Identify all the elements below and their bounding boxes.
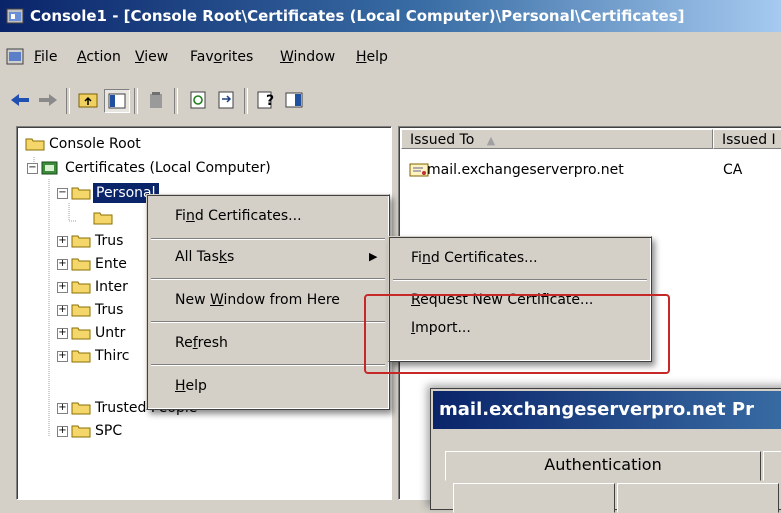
- menu-item-find-certificates[interactable]: Find Certificates...: [147, 205, 389, 227]
- toolbar-separator: [134, 88, 138, 114]
- folder-icon: [71, 327, 91, 340]
- menu-file[interactable]: File: [34, 49, 57, 65]
- submenu-item-find-certificates[interactable]: Find Certificates...: [389, 247, 651, 269]
- certificate-properties-dialog[interactable]: mail.exchangeserverpro.net Pr Authentica…: [430, 388, 781, 513]
- collapse-icon[interactable]: −: [27, 163, 38, 174]
- folder-icon: [25, 138, 45, 151]
- tab-authentication[interactable]: Authentication: [445, 451, 761, 481]
- menu-action[interactable]: Action: [77, 49, 121, 65]
- menu-bar: File Action View Favorites Window Help: [0, 35, 781, 70]
- svg-text:?: ?: [266, 93, 274, 109]
- tab-lower-1[interactable]: [453, 483, 615, 513]
- menu-favorites[interactable]: Favorites: [190, 49, 253, 65]
- folder-icon: [71, 425, 91, 438]
- expand-icon[interactable]: +: [57, 236, 68, 247]
- menu-separator: [393, 279, 647, 281]
- dialog-title-bar[interactable]: mail.exchangeserverpro.net Pr: [433, 391, 781, 429]
- list-header: Issued To ▲ Issued I: [401, 129, 781, 151]
- back-arrow-icon[interactable]: [8, 89, 32, 111]
- mmc-app-icon: [6, 8, 24, 24]
- tab-lower-2[interactable]: [617, 483, 779, 513]
- folder-icon: [71, 304, 91, 317]
- menu-window[interactable]: Window: [280, 49, 335, 65]
- refresh-icon[interactable]: [186, 89, 210, 111]
- toolbar: ?: [0, 80, 781, 120]
- toolbar-separator: [244, 88, 248, 114]
- delete-icon[interactable]: [144, 89, 168, 111]
- open-folder-icon: [71, 187, 91, 200]
- forward-arrow-icon[interactable]: [36, 89, 60, 111]
- folder-icon: [71, 402, 91, 415]
- menu-separator: [151, 364, 385, 366]
- certificate-snapin-icon: [41, 161, 58, 175]
- folder-icon: [71, 350, 91, 363]
- context-menu: Find Certificates... All Tasks ▶ New Win…: [146, 194, 390, 410]
- toolbar-separator: [66, 88, 70, 114]
- toolbar-separator: [174, 88, 178, 114]
- sort-ascending-icon: ▲: [486, 134, 496, 147]
- export-list-icon[interactable]: [214, 89, 238, 111]
- submenu-arrow-icon: ▶: [369, 250, 378, 263]
- menu-view[interactable]: View: [135, 49, 168, 65]
- menu-help[interactable]: Help: [356, 49, 388, 65]
- menu-separator: [151, 321, 385, 323]
- tab-next[interactable]: [763, 451, 781, 481]
- expand-icon[interactable]: +: [57, 328, 68, 339]
- expand-icon[interactable]: +: [57, 282, 68, 293]
- cell-issued-by: CA: [723, 162, 743, 178]
- dialog-title: mail.exchangeserverpro.net Pr: [439, 399, 754, 420]
- show-hide-tree-icon[interactable]: [104, 89, 130, 113]
- menu-separator: [151, 238, 385, 240]
- expand-icon[interactable]: +: [57, 426, 68, 437]
- action-pane-icon[interactable]: [282, 89, 306, 111]
- expand-icon[interactable]: +: [57, 403, 68, 414]
- column-header-issued-to[interactable]: Issued To ▲: [401, 129, 713, 149]
- collapse-icon[interactable]: −: [57, 188, 68, 199]
- folder-icon: [71, 281, 91, 294]
- menu-item-new-window[interactable]: New Window from Here: [147, 289, 389, 311]
- console-document-icon[interactable]: [6, 48, 24, 65]
- up-folder-icon[interactable]: [76, 89, 100, 111]
- window-title: Console1 - [Console Root\Certificates (L…: [30, 7, 685, 25]
- annotation-highlight-box: [364, 294, 670, 374]
- menu-item-refresh[interactable]: Refresh: [147, 332, 389, 354]
- expand-icon[interactable]: +: [57, 259, 68, 270]
- cell-issued-to: mail.exchangeserverpro.net: [427, 162, 624, 178]
- column-header-issued-by[interactable]: Issued I: [713, 129, 781, 149]
- folder-icon: [93, 212, 113, 225]
- menu-item-help[interactable]: Help: [147, 375, 389, 397]
- menu-separator: [151, 278, 385, 280]
- help-icon[interactable]: ?: [254, 89, 278, 111]
- menu-item-all-tasks[interactable]: All Tasks ▶: [147, 246, 389, 268]
- folder-icon: [71, 258, 91, 271]
- folder-icon: [71, 235, 91, 248]
- window-title-bar[interactable]: Console1 - [Console Root\Certificates (L…: [0, 0, 781, 32]
- expand-icon[interactable]: +: [57, 305, 68, 316]
- certificate-icon: [409, 163, 429, 177]
- expand-icon[interactable]: +: [57, 351, 68, 362]
